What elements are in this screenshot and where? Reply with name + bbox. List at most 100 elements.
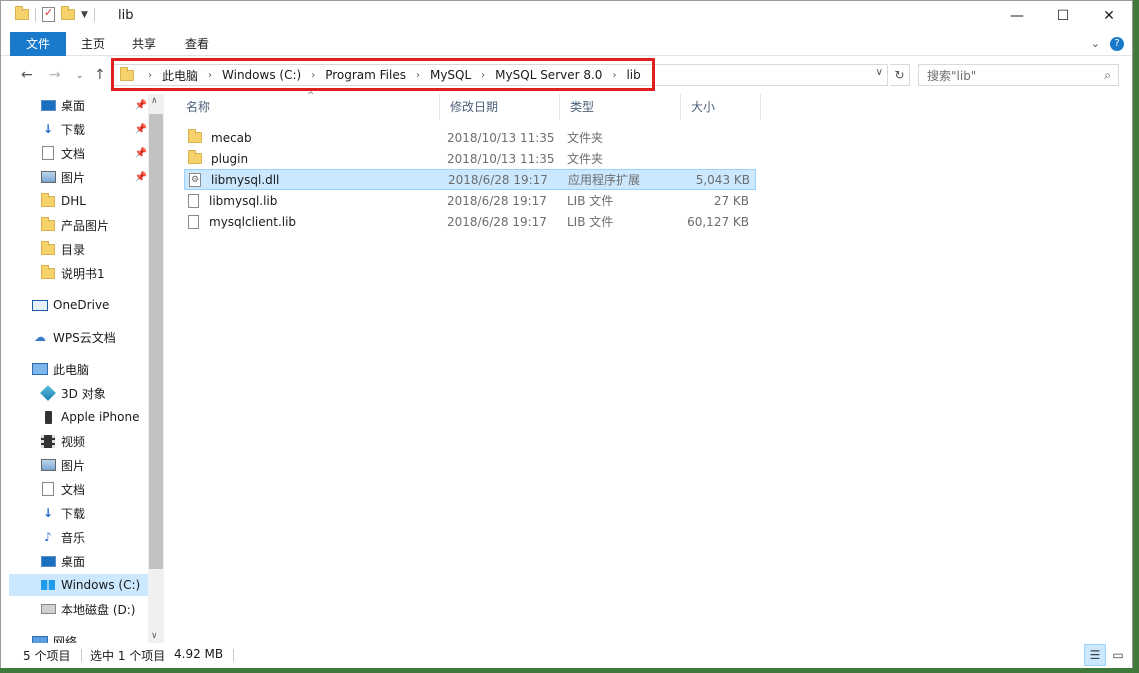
sidebar-item-desktop-pc[interactable]: 桌面 [9,550,149,572]
chevron-down-icon[interactable]: ∨ [151,631,158,641]
phone-icon [44,410,52,424]
sidebar-item-wps-cloud[interactable]: ☁ WPS云文档 [9,326,149,348]
maximize-button[interactable]: ☐ [1040,1,1086,31]
close-button[interactable]: ✕ [1086,1,1132,31]
toolbar-separator [93,7,95,22]
chevron-right-icon[interactable]: › [307,70,319,81]
sidebar-item-downloads[interactable]: ↓ 下载 📌 [9,118,149,140]
large-icons-view-button[interactable]: ▭ [1107,644,1129,666]
sidebar-item-label: 桌面 [61,554,86,569]
window-controls: — ☐ ✕ [994,1,1132,31]
file-name: libmysql.dll [211,172,280,187]
sidebar-item-onedrive[interactable]: OneDrive [9,294,149,316]
sidebar-item-downloads-pc[interactable]: ↓ 下载 [9,502,149,524]
file-row[interactable]: mecab 2018/10/13 11:35 文件夹 [184,127,756,148]
breadcrumb-lib[interactable]: lib [620,68,646,82]
chevron-right-icon[interactable]: › [204,70,216,81]
file-row[interactable]: mysqlclient.lib 2018/6/28 19:17 LIB 文件 6… [184,211,756,232]
chevron-down-icon[interactable]: ▼ [81,10,88,20]
search-input[interactable]: 搜索"lib" [927,67,976,84]
sidebar-item-this-pc[interactable]: 此电脑 [9,358,149,380]
folder-icon [120,66,134,81]
file-list: ^ 名称 修改日期 类型 大小 mecab 2018/10/13 11:35 文… [176,91,1126,643]
scrollbar-thumb[interactable] [149,114,163,569]
back-arrow-icon[interactable]: ← [21,67,33,83]
sidebar-item-catalog[interactable]: 目录 [9,238,149,260]
ribbon-tabs: 文件 主页 共享 查看 ⌄ ? [1,32,1132,56]
address-bar[interactable]: › 此电脑 › Windows (C:) › Program Files › M… [113,64,888,86]
properties-icon[interactable] [42,6,55,22]
refresh-icon[interactable]: ↻ [890,64,910,86]
sidebar-item-label: 桌面 [61,98,86,113]
sidebar-item-pictures[interactable]: 图片 📌 [9,166,149,188]
file-row[interactable]: plugin 2018/10/13 11:35 文件夹 [184,148,756,169]
folder-icon [41,264,55,279]
download-icon: ↓ [42,122,54,136]
desktop-icon [40,99,56,111]
sidebar-item-product-images[interactable]: 产品图片 [9,214,149,236]
sidebar-item-documents[interactable]: 文档 📌 [9,142,149,164]
up-arrow-icon[interactable]: ↑ [94,67,106,83]
column-header-type[interactable]: 类型 [560,94,681,120]
file-date: 2018/10/13 11:35 [447,130,555,145]
sidebar-item-dhl[interactable]: DHL [9,190,149,212]
sidebar-item-network[interactable]: 网络 [9,630,149,643]
file-row[interactable]: libmysql.dll 2018/6/28 19:17 应用程序扩展 5,04… [184,169,756,190]
tab-view[interactable]: 查看 [171,32,223,56]
expand-ribbon-icon[interactable]: ⌄ [1091,37,1100,51]
column-header-date[interactable]: 修改日期 [440,94,560,120]
breadcrumb-mysql[interactable]: MySQL [424,68,477,82]
tab-file[interactable]: 文件 [10,32,66,56]
sidebar-item-3d-objects[interactable]: 3D 对象 [9,382,149,404]
tab-share[interactable]: 共享 [118,32,170,56]
tab-home[interactable]: 主页 [67,32,119,56]
download-icon: ↓ [42,506,54,520]
chevron-right-icon[interactable]: › [412,70,424,81]
chevron-down-icon[interactable]: ∨ [876,67,883,78]
quick-access-toolbar: ▼ [15,6,95,22]
desktop-icon [40,555,56,567]
window-title: lib [118,8,134,23]
sidebar-item-windows-c[interactable]: Windows (C:) [9,574,149,596]
details-view-button[interactable]: ☰ [1084,644,1106,666]
chevron-right-icon[interactable]: › [608,70,620,81]
breadcrumb-this-pc[interactable]: 此电脑 [156,67,204,84]
column-header-name[interactable]: 名称 [176,94,440,120]
chevron-right-icon[interactable]: › [144,70,156,81]
sidebar-item-label: OneDrive [53,298,110,312]
explorer-window: ▼ lib — ☐ ✕ 文件 主页 共享 查看 ⌄ ? ← → ⌄ ↑ › 此电… [0,0,1133,668]
sidebar-scrollbar[interactable]: ∧ ∨ [148,94,164,643]
sidebar-item-videos[interactable]: 视频 [9,430,149,452]
breadcrumb-windows-c[interactable]: Windows (C:) [216,68,307,82]
title-bar: ▼ lib — ☐ ✕ [1,1,1132,32]
file-row[interactable]: libmysql.lib 2018/6/28 19:17 LIB 文件 27 K… [184,190,756,211]
sidebar-item-local-disk-d[interactable]: 本地磁盘 (D:) [9,598,149,620]
minimize-button[interactable]: — [994,1,1040,31]
sidebar-item-label: 本地磁盘 (D:) [61,602,136,617]
chevron-right-icon[interactable]: › [477,70,489,81]
sidebar-item-music[interactable]: ♪ 音乐 [9,526,149,548]
sidebar-item-pictures-pc[interactable]: 图片 [9,454,149,476]
chevron-up-icon[interactable]: ∧ [151,96,158,106]
recent-locations-icon[interactable]: ⌄ [76,71,84,81]
sidebar-item-label: 文档 [61,482,86,497]
column-header-size[interactable]: 大小 [681,94,761,120]
sidebar-item-desktop[interactable]: 桌面 📌 [9,94,149,116]
file-size: 60,127 KB [687,214,749,229]
sidebar-item-iphone[interactable]: Apple iPhone [9,406,149,428]
file-name: mecab [211,130,252,145]
selection-size: 4.92 MB [174,647,224,661]
search-icon[interactable]: ⌕ [1104,68,1111,83]
sidebar-item-manual[interactable]: 说明书1 [9,262,149,284]
file-type: LIB 文件 [567,194,614,208]
folder-icon [41,240,55,255]
file-icon [188,193,199,208]
forward-arrow-icon[interactable]: → [49,67,61,83]
breadcrumb-program-files[interactable]: Program Files [319,68,412,82]
help-icon[interactable]: ? [1110,37,1124,51]
sidebar-item-documents-pc[interactable]: 文档 [9,478,149,500]
new-folder-icon[interactable] [61,6,75,20]
file-type: 文件夹 [567,131,604,145]
breadcrumb-mysql-server[interactable]: MySQL Server 8.0 [489,68,608,82]
search-box[interactable]: 搜索"lib" ⌕ [918,64,1119,86]
